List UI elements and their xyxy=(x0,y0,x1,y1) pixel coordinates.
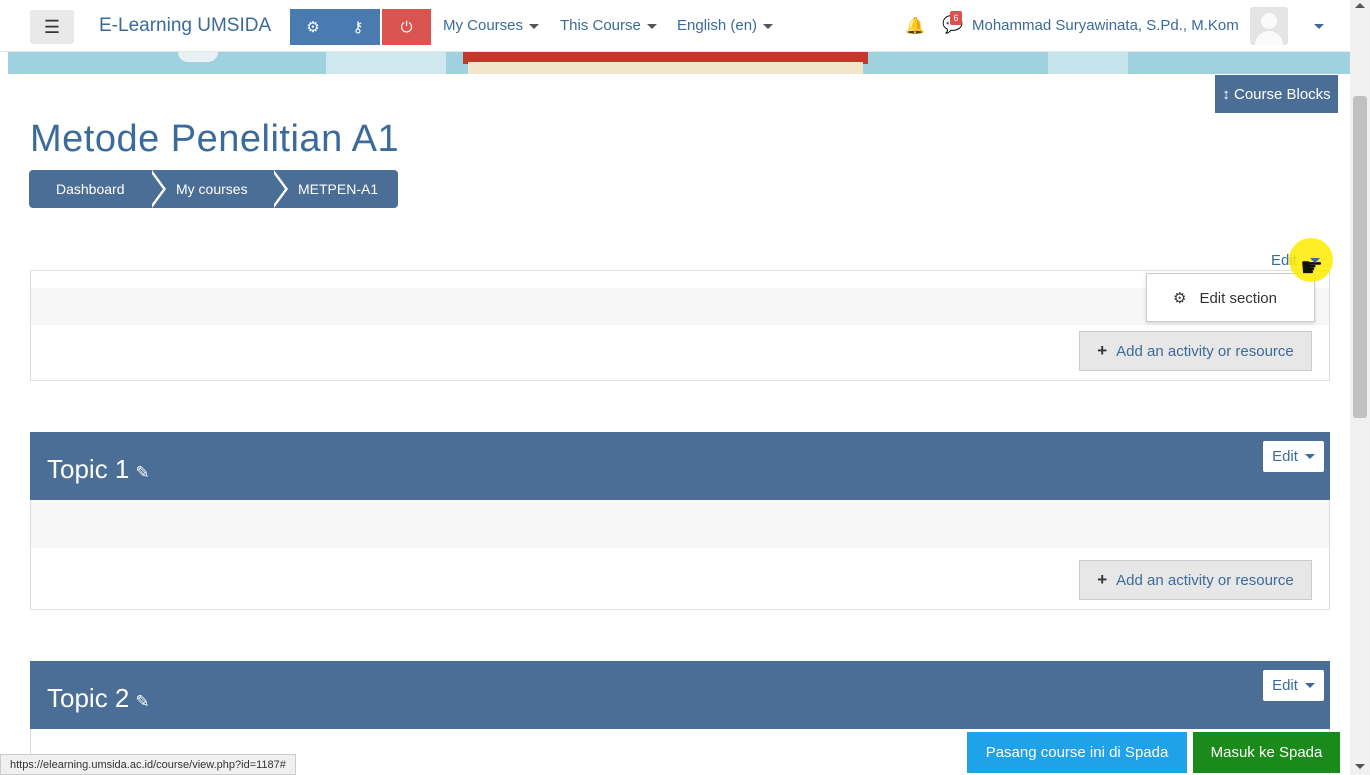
page-scrollbar[interactable] xyxy=(1350,0,1370,775)
edit-label: Edit xyxy=(1272,448,1298,465)
chevron-down-icon xyxy=(646,23,657,29)
section-general: + Add an activity or resource xyxy=(30,270,1330,381)
navbar: ☰ E-Learning UMSIDA ⚙ ⚷ ⏻ My Courses Thi… xyxy=(0,0,1350,52)
topic-name: Topic 2 xyxy=(47,683,130,713)
breadcrumb-label: METPEN-A1 xyxy=(298,181,379,197)
page-title: Metode Penelitian A1 xyxy=(30,118,400,160)
pasang-spada-button[interactable]: Pasang course ini di Spada xyxy=(967,732,1187,773)
menu-toggle-button[interactable]: ☰ xyxy=(30,10,74,44)
logout-button[interactable]: ⏻ xyxy=(382,9,431,45)
pencil-icon[interactable]: ✎ xyxy=(135,692,149,711)
scroll-up-icon[interactable] xyxy=(1355,3,1365,8)
topic-edit-button[interactable]: Edit xyxy=(1263,670,1324,701)
this-course-menu[interactable]: This Course xyxy=(560,17,657,34)
bell-icon[interactable]: 🔔 xyxy=(905,16,925,36)
topic-header: Topic 2 ✎ Edit xyxy=(30,661,1330,729)
my-courses-label: My Courses xyxy=(443,17,524,34)
plus-icon: + xyxy=(1097,570,1108,589)
status-bar-url: https://elearning.umsida.ac.id/course/vi… xyxy=(0,754,296,775)
gears-icon: ⚙ xyxy=(306,19,320,36)
section-summary xyxy=(31,500,1329,548)
masuk-spada-button[interactable]: Masuk ke Spada xyxy=(1193,732,1340,773)
topic-title[interactable]: Topic 2 ✎ xyxy=(47,683,150,714)
power-icon: ⏻ xyxy=(400,18,413,36)
course-header-image xyxy=(8,52,1350,74)
edit-dropdown-menu: ⚙ Edit section xyxy=(1146,273,1315,322)
section-summary xyxy=(31,288,1329,325)
chevron-down-icon xyxy=(763,23,774,29)
hand-cursor-icon: ☛ xyxy=(1300,252,1324,282)
key-icon: ⚷ xyxy=(352,19,364,36)
topic-section-1: Topic 1 ✎ Edit + Add an activity or resour… xyxy=(30,432,1330,610)
add-activity-label: Add an activity or resource xyxy=(1116,342,1294,360)
scroll-down-icon[interactable] xyxy=(1355,764,1365,769)
course-blocks-button[interactable]: ↕ Course Blocks xyxy=(1215,75,1338,113)
chevron-down-icon xyxy=(1304,683,1315,688)
breadcrumb-my-courses[interactable]: My courses xyxy=(149,170,288,208)
scrollbar-thumb[interactable] xyxy=(1353,96,1367,418)
edit-label: Edit xyxy=(1272,677,1298,694)
chevron-down-icon xyxy=(1304,454,1315,459)
user-name-link[interactable]: Mohammad Suryawinata, S.Pd., M.Kom xyxy=(972,17,1239,34)
site-brand-link[interactable]: E-Learning UMSIDA xyxy=(99,15,271,37)
breadcrumb-dashboard[interactable]: Dashboard xyxy=(29,170,166,208)
topic-edit-button[interactable]: Edit xyxy=(1263,441,1324,472)
avatar[interactable] xyxy=(1250,7,1288,45)
admin-settings-button[interactable]: ⚙ xyxy=(290,9,336,45)
language-menu[interactable]: English (en) xyxy=(677,17,774,34)
chevron-down-icon xyxy=(529,23,540,29)
user-menu-chevron-icon[interactable] xyxy=(1314,24,1324,29)
message-count-badge: 6 xyxy=(950,11,962,25)
chevron-down-icon[interactable] xyxy=(1310,258,1320,263)
breadcrumb: Dashboard My courses METPEN-A1 xyxy=(29,170,398,208)
gear-icon: ⚙ xyxy=(1173,290,1187,307)
my-courses-menu[interactable]: My Courses xyxy=(443,17,540,34)
language-label: English (en) xyxy=(677,17,758,34)
hamburger-icon: ☰ xyxy=(43,16,61,37)
breadcrumb-course[interactable]: METPEN-A1 xyxy=(271,170,398,208)
add-activity-button[interactable]: + Add an activity or resource xyxy=(1079,560,1312,600)
course-page: ☰ E-Learning UMSIDA ⚙ ⚷ ⏻ My Courses Thi… xyxy=(0,0,1370,775)
pencil-icon[interactable]: ✎ xyxy=(135,463,149,482)
topic-title[interactable]: Topic 1 ✎ xyxy=(47,454,150,485)
add-activity-button[interactable]: + Add an activity or resource xyxy=(1079,331,1312,371)
this-course-label: This Course xyxy=(560,17,641,34)
edit-section-menu-item[interactable]: ⚙ Edit section xyxy=(1173,289,1277,308)
breadcrumb-label: My courses xyxy=(176,181,248,197)
topic-name: Topic 1 xyxy=(47,454,130,484)
breadcrumb-label: Dashboard xyxy=(56,181,125,197)
edit-section-label: Edit section xyxy=(1199,289,1277,307)
key-button[interactable]: ⚷ xyxy=(336,9,380,45)
plus-icon: + xyxy=(1097,341,1108,360)
add-activity-label: Add an activity or resource xyxy=(1116,571,1294,589)
topic-header: Topic 1 ✎ Edit xyxy=(30,432,1330,500)
